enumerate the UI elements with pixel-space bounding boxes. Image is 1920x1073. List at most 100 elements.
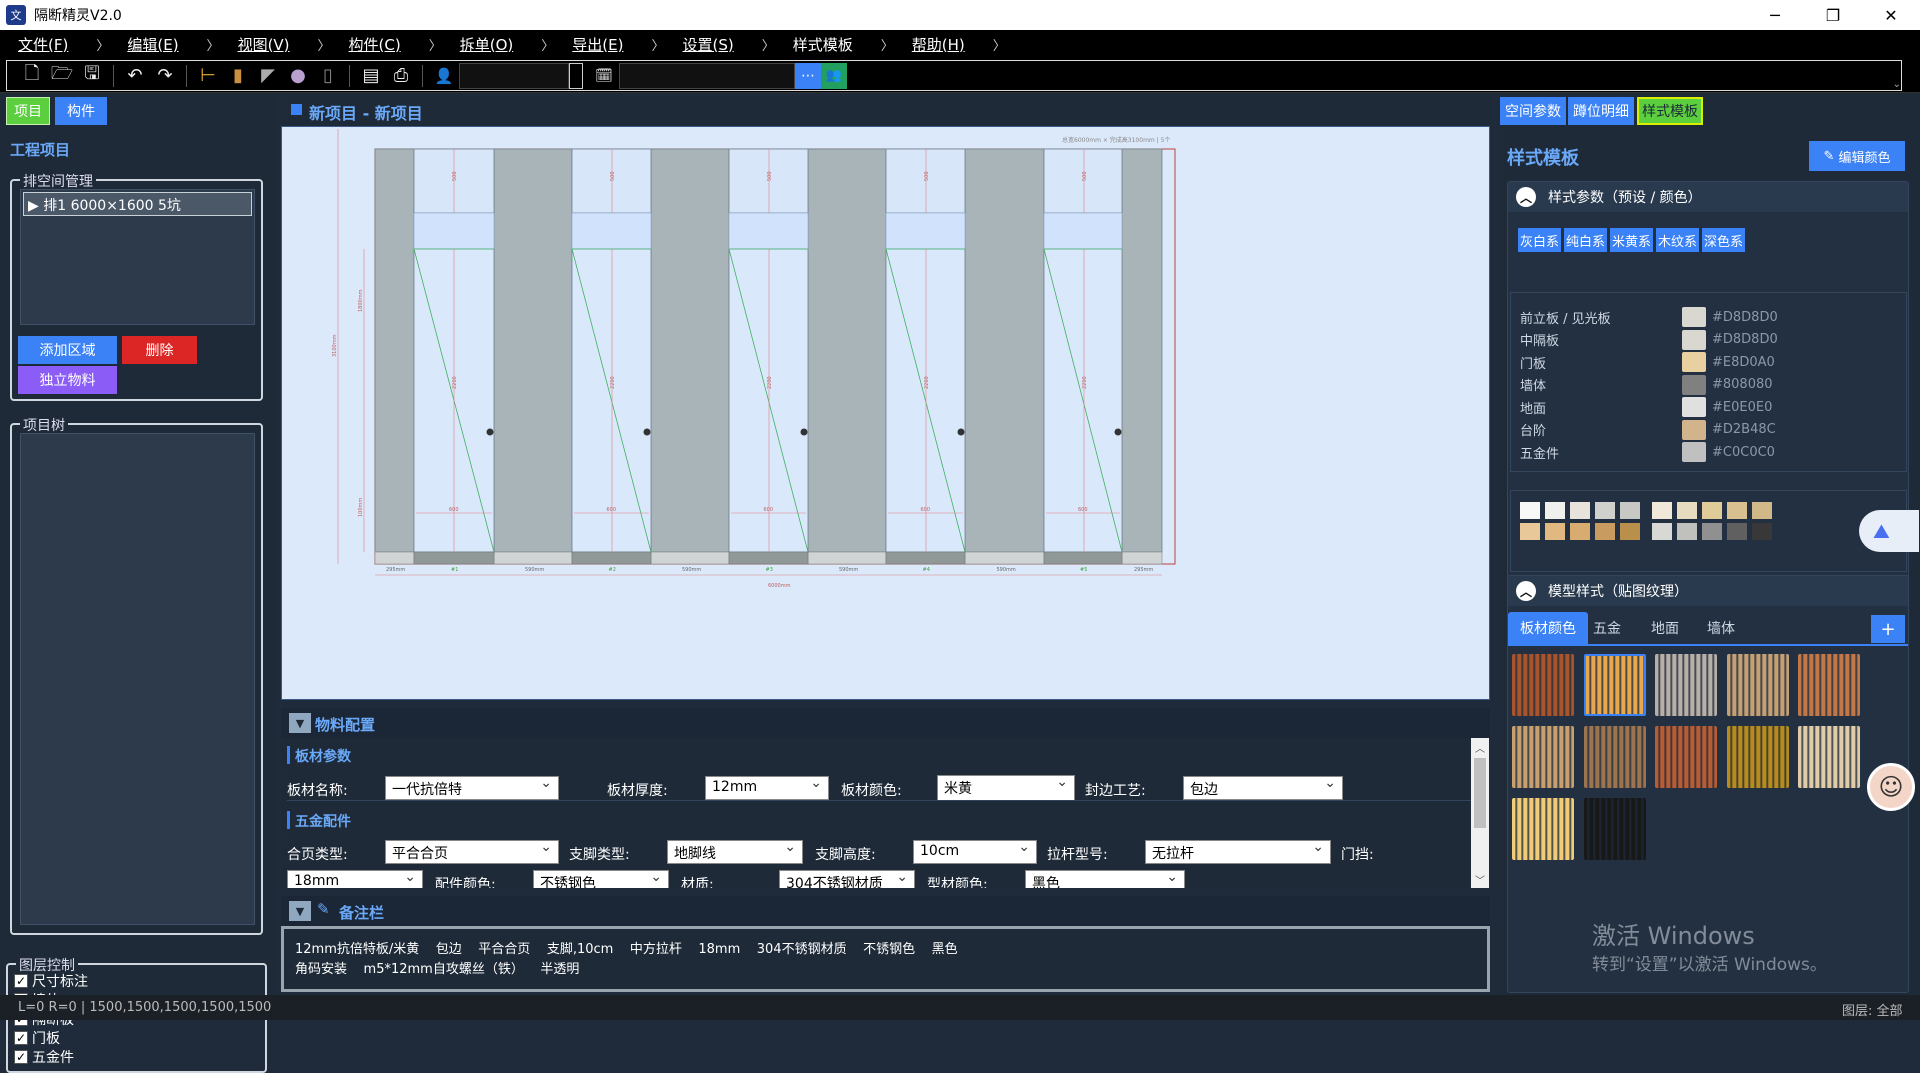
menu-item-2[interactable]: 视图(V) 〉	[220, 30, 331, 58]
texture-swatch[interactable]	[1726, 654, 1789, 716]
palette-swatch[interactable]	[1570, 523, 1590, 540]
edit-color-button[interactable]: ✎ 编辑颜色	[1809, 141, 1905, 171]
more-button[interactable]: ⋯	[795, 62, 821, 89]
delete-button[interactable]: 删除	[122, 336, 197, 364]
add-area-button[interactable]: 添加区域	[18, 336, 117, 364]
menu-item-1[interactable]: 编辑(E) 〉	[109, 30, 219, 58]
clipboard-icon[interactable]: ▤	[356, 63, 386, 89]
menu-item-8[interactable]: 帮助(H) 〉	[894, 30, 1006, 58]
export-icon[interactable]: ⎙	[386, 63, 416, 89]
layer-row[interactable]: ✓ 五金件	[14, 1047, 88, 1066]
color-swatch[interactable]	[1682, 352, 1706, 372]
tab-style-template[interactable]: 样式模板	[1637, 97, 1703, 125]
palette-swatch[interactable]	[1652, 523, 1672, 540]
notes-body[interactable]: 12mm抗倍特板/米黄 包边 平合合页 支脚,10cm 中方拉杆 18mm 30…	[281, 926, 1490, 992]
project-tree[interactable]	[20, 433, 255, 925]
open-folder-icon[interactable]: 🗁	[47, 63, 77, 89]
minimize-icon[interactable]: ─	[1746, 6, 1804, 25]
texture-swatch[interactable]	[1512, 654, 1574, 716]
color-swatch[interactable]	[1682, 419, 1706, 440]
preset-button[interactable]: 木纹系	[1656, 228, 1699, 252]
palette-swatch[interactable]	[1702, 502, 1722, 519]
avatar[interactable]: ☺	[1867, 763, 1915, 811]
texture-swatch[interactable]	[1512, 798, 1574, 860]
preset-button[interactable]: 米黄系	[1610, 228, 1653, 252]
palette-swatch[interactable]	[1595, 523, 1615, 540]
menu-item-0[interactable]: 文件(F) 〉	[0, 30, 109, 58]
model-tab[interactable]: 板材颜色	[1508, 612, 1588, 644]
palette-swatch[interactable]	[1677, 502, 1697, 519]
board-thickness-select[interactable]: 12mm	[705, 775, 829, 800]
row-item[interactable]: ▶ 排1 6000×1600 5坑	[23, 192, 252, 216]
preset-button[interactable]: 纯白系	[1564, 228, 1607, 252]
drawing-canvas[interactable]: 总宽6000mm × 完成高3100mm | 5个 500 2200 600 #1 500…	[281, 126, 1490, 700]
model-tab[interactable]: 墙体	[1694, 612, 1748, 644]
texture-swatch[interactable]	[1655, 654, 1717, 716]
layer-row[interactable]: ✓ 尺寸标注	[14, 971, 88, 990]
palette-swatch[interactable]	[1727, 502, 1747, 519]
color-swatch[interactable]	[1682, 307, 1706, 327]
menu-item-5[interactable]: 导出(E) 〉	[554, 30, 664, 58]
tab-stall-detail[interactable]: 蹲位明细	[1568, 97, 1634, 125]
user-input[interactable]	[459, 62, 569, 89]
pull-rod-select[interactable]: 无拉杆	[1145, 839, 1331, 864]
foot-type-select[interactable]: 地脚线	[667, 839, 803, 864]
preset-button[interactable]: 灰白系	[1518, 228, 1561, 252]
panel-tool-icon[interactable]: ▯	[313, 63, 343, 89]
palette-swatch[interactable]	[1677, 523, 1697, 540]
assistant-button[interactable]: ⛰	[1859, 510, 1919, 552]
collapse-material-icon[interactable]: ▼	[289, 713, 311, 733]
model-style-header[interactable]: ︿ 模型样式（贴图纹理）	[1508, 576, 1908, 606]
model-tab[interactable]: 五金	[1580, 612, 1634, 644]
palette-swatch[interactable]	[1702, 523, 1722, 540]
menu-item-4[interactable]: 拆单(O) 〉	[442, 30, 555, 58]
partition-tool-icon[interactable]: ◤	[253, 63, 283, 89]
board-name-select[interactable]: 一代抗倍特	[385, 775, 559, 800]
collapse-notes-icon[interactable]: ▼	[289, 901, 311, 921]
palette-swatch[interactable]	[1595, 502, 1615, 519]
material-scrollbar[interactable]: ︿ ﹀	[1471, 738, 1489, 888]
texture-swatch[interactable]	[1583, 726, 1646, 788]
users-button[interactable]: 👥	[821, 62, 847, 89]
palette-swatch[interactable]	[1570, 502, 1590, 519]
checkbox-icon[interactable]: ✓	[14, 1049, 28, 1064]
palette-swatch[interactable]	[1652, 502, 1672, 519]
undo-icon[interactable]: ↶	[120, 63, 150, 89]
palette-swatch[interactable]	[1620, 502, 1640, 519]
palette-swatch[interactable]	[1752, 502, 1772, 519]
dropdown-button[interactable]	[569, 62, 583, 89]
dimension-tool-icon[interactable]: ⊢	[193, 63, 223, 89]
tab-project[interactable]: 项目	[6, 97, 50, 125]
menu-item-3[interactable]: 构件(C) 〉	[331, 30, 442, 58]
color-row[interactable]: 五金件 #C0C0C0	[1520, 439, 1900, 465]
fitting-color-select[interactable]: 不锈钢色	[533, 870, 669, 888]
palette-swatch[interactable]	[1620, 523, 1640, 540]
sphere-tool-icon[interactable]: ●	[283, 63, 313, 89]
color-swatch[interactable]	[1682, 374, 1706, 395]
texture-swatch[interactable]	[1798, 726, 1860, 788]
toolbar-overflow-icon[interactable]: ⌄	[1893, 79, 1901, 90]
foot-height-select[interactable]: 10cm	[913, 839, 1037, 864]
new-file-icon[interactable]: 🗋	[17, 63, 47, 89]
tab-component[interactable]: 构件	[55, 97, 107, 125]
profile-color-select[interactable]: 黑色	[1025, 870, 1185, 888]
redo-icon[interactable]: ↷	[150, 63, 180, 89]
hinge-select[interactable]: 平合合页	[385, 839, 559, 864]
color-swatch[interactable]	[1682, 442, 1706, 462]
edge-select[interactable]: 包边	[1183, 775, 1343, 800]
tab-space-params[interactable]: 空间参数	[1500, 97, 1566, 125]
texture-swatch[interactable]	[1726, 726, 1789, 788]
maximize-icon[interactable]: ❐	[1804, 6, 1862, 25]
texture-swatch[interactable]	[1798, 654, 1860, 716]
palette-swatch[interactable]	[1545, 502, 1565, 519]
material-button[interactable]: 独立物料	[18, 366, 117, 394]
palette-swatch[interactable]	[1520, 502, 1540, 519]
layer-row[interactable]: ✓ 门板	[14, 1028, 88, 1047]
door-tool-icon[interactable]: ▮	[223, 63, 253, 89]
palette-swatch[interactable]	[1752, 523, 1772, 540]
board-color-input[interactable]: 米黄	[937, 774, 1075, 801]
add-texture-button[interactable]: +	[1871, 615, 1905, 643]
texture-swatch[interactable]	[1583, 798, 1646, 860]
checkbox-icon[interactable]: ✓	[14, 973, 28, 988]
color-swatch[interactable]	[1682, 329, 1706, 350]
